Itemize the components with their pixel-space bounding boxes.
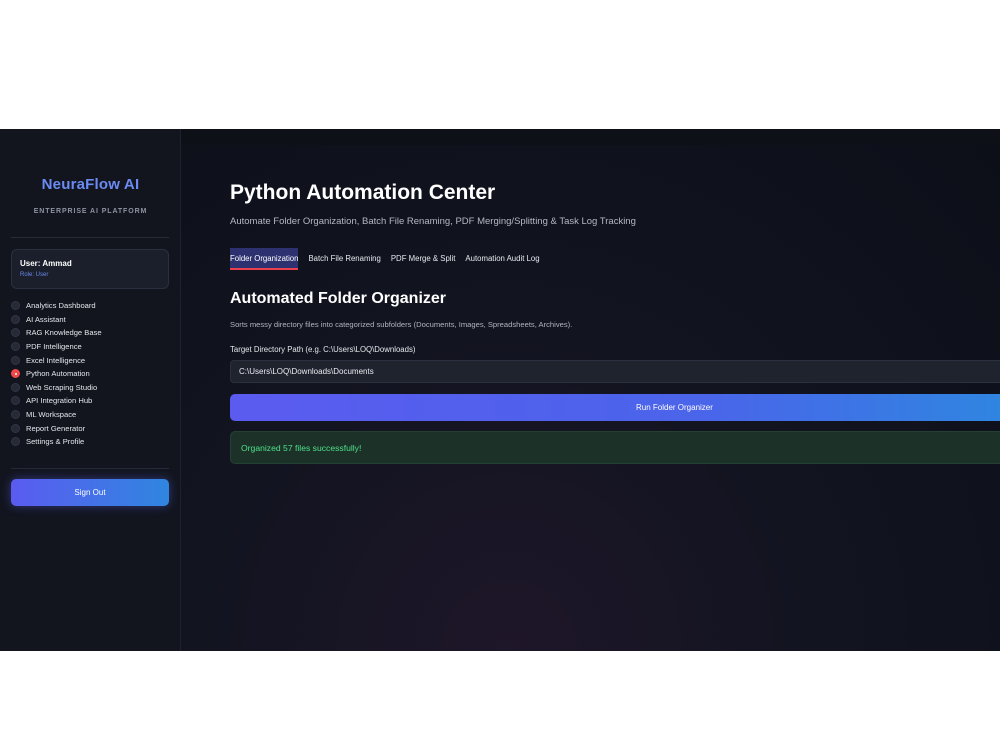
run-folder-organizer-button[interactable]: Run Folder Organizer xyxy=(230,394,1000,421)
directory-path-input[interactable] xyxy=(230,360,1000,383)
sidebar-item-label: AI Assistant xyxy=(26,314,66,324)
user-role: Role: User xyxy=(20,272,49,278)
sidebar-item-label: RAG Knowledge Base xyxy=(26,328,102,338)
run-button-label: Run Folder Organizer xyxy=(636,403,713,412)
app-window: NeuraFlow AI ENTERPRISE AI PLATFORM User… xyxy=(0,129,1000,651)
sidebar-item-ml-workspace[interactable]: ML Workspace xyxy=(11,408,171,422)
sidebar-item-label: Settings & Profile xyxy=(26,437,85,447)
success-alert: Organized 57 files successfully! xyxy=(230,431,1000,464)
sidebar-divider xyxy=(11,468,169,469)
sidebar-item-rag-knowledge-base[interactable]: RAG Knowledge Base xyxy=(11,326,171,340)
sidebar-item-label: API Integration Hub xyxy=(26,396,93,406)
radio-icon xyxy=(11,382,20,392)
radio-icon xyxy=(11,437,20,447)
sidebar-item-ai-assistant[interactable]: AI Assistant xyxy=(11,313,171,327)
radio-icon xyxy=(11,342,20,352)
brand-subtitle: ENTERPRISE AI PLATFORM xyxy=(33,208,148,215)
sidebar-item-web-scraping-studio[interactable]: Web Scraping Studio xyxy=(11,381,171,395)
radio-icon xyxy=(11,314,20,324)
sidebar-item-label: ML Workspace xyxy=(26,410,77,420)
tab-bar: Folder Organization Batch File Renaming … xyxy=(230,248,550,270)
sidebar-item-python-automation[interactable]: Python Automation xyxy=(11,367,171,381)
radio-icon xyxy=(11,328,20,338)
tab-folder-organization[interactable]: Folder Organization xyxy=(230,248,299,270)
section-description: Sorts messy directory files into categor… xyxy=(230,320,573,329)
sidebar-item-label: Web Scraping Studio xyxy=(26,382,98,392)
page-subtitle: Automate Folder Organization, Batch File… xyxy=(230,216,636,227)
brand-logo: NeuraFlow AI xyxy=(41,176,140,193)
path-field-label: Target Directory Path (e.g. C:\Users\LOQ… xyxy=(230,345,416,354)
main-content: Python Automation Center Automate Folder… xyxy=(181,145,1000,651)
sidebar-item-pdf-intelligence[interactable]: PDF Intelligence xyxy=(11,340,171,354)
sidebar-item-label: Python Automation xyxy=(26,369,90,379)
sidebar-item-label: Excel Intelligence xyxy=(26,355,86,365)
page-title: Python Automation Center xyxy=(230,181,496,204)
sidebar-divider xyxy=(11,237,169,238)
sign-out-button[interactable]: Sign Out xyxy=(11,479,169,506)
sidebar-item-label: PDF Intelligence xyxy=(26,342,82,352)
sidebar-item-label: Analytics Dashboard xyxy=(26,301,96,311)
success-message: Organized 57 files successfully! xyxy=(241,443,362,453)
tab-automation-audit-log[interactable]: Automation Audit Log xyxy=(465,248,539,270)
sidebar-nav: Analytics Dashboard AI Assistant RAG Kno… xyxy=(11,299,171,449)
sidebar-item-api-integration-hub[interactable]: API Integration Hub xyxy=(11,394,171,408)
sidebar-item-settings-profile[interactable]: Settings & Profile xyxy=(11,435,171,449)
user-name: User: Ammad xyxy=(20,259,72,268)
sidebar-item-analytics-dashboard[interactable]: Analytics Dashboard xyxy=(11,299,171,313)
sidebar-item-report-generator[interactable]: Report Generator xyxy=(11,421,171,435)
radio-icon xyxy=(11,355,20,365)
radio-selected-icon xyxy=(11,369,20,379)
user-card: User: Ammad Role: User xyxy=(11,249,169,289)
radio-icon xyxy=(11,396,20,406)
radio-icon xyxy=(11,301,20,311)
section-title: Automated Folder Organizer xyxy=(230,290,447,307)
tab-pdf-merge-split[interactable]: PDF Merge & Split xyxy=(391,248,456,270)
sidebar-item-excel-intelligence[interactable]: Excel Intelligence xyxy=(11,353,171,367)
sidebar: NeuraFlow AI ENTERPRISE AI PLATFORM User… xyxy=(0,129,181,651)
tab-batch-file-renaming[interactable]: Batch File Renaming xyxy=(308,248,380,270)
radio-icon xyxy=(11,410,20,420)
radio-icon xyxy=(11,423,20,433)
sidebar-item-label: Report Generator xyxy=(26,423,86,433)
